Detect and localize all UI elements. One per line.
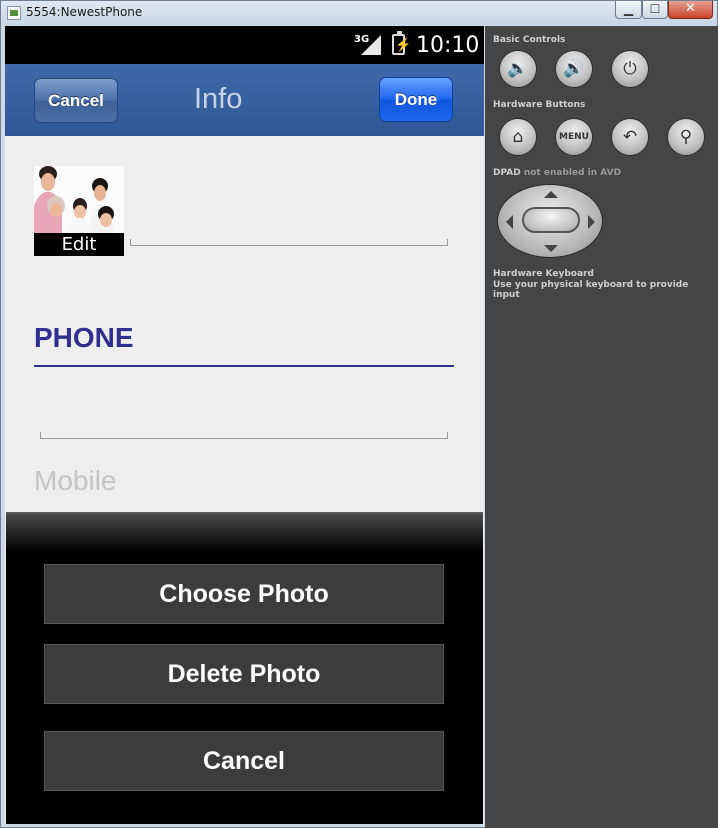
action-sheet-cancel-button[interactable]: Cancel xyxy=(44,731,444,791)
volume-down-button[interactable]: 🔈 xyxy=(499,50,537,88)
section-divider xyxy=(34,365,454,367)
signal-icon xyxy=(361,35,381,55)
volume-up-icon: 🔊 xyxy=(563,59,585,79)
charging-icon: ⚡ xyxy=(395,37,412,52)
cancel-button[interactable]: Cancel xyxy=(34,78,118,123)
app-icon xyxy=(7,6,21,20)
dpad-center-button[interactable] xyxy=(522,207,580,233)
home-icon: ⌂ xyxy=(512,127,524,147)
menu-button[interactable]: MENU xyxy=(555,118,593,156)
page-title: Info xyxy=(194,83,243,115)
dpad-note: not enabled in AVD xyxy=(523,168,622,178)
search-icon: ⚲ xyxy=(679,127,693,147)
battery-icon: ⚡ xyxy=(392,31,411,55)
dpad-left-icon[interactable] xyxy=(506,215,513,229)
volume-up-button[interactable]: 🔊 xyxy=(555,50,593,88)
dpad-right-icon[interactable] xyxy=(588,215,595,229)
hardware-keyboard-note: Use your physical keyboard to provide in… xyxy=(493,280,689,300)
edit-photo-label[interactable]: Edit xyxy=(34,233,124,256)
close-button[interactable]: ✕ xyxy=(668,1,713,19)
phone-screen: 3G ⚡ 10:10 Cancel Info Done Edit PHONE M… xyxy=(5,26,484,824)
window-title: 5554:NewestPhone xyxy=(26,5,143,19)
window-titlebar[interactable]: 5554:NewestPhone ▁ ☐ ✕ xyxy=(1,1,717,25)
hardware-buttons-heading: Hardware Buttons xyxy=(493,100,586,110)
dpad[interactable] xyxy=(497,184,603,258)
dpad-heading: DPAD not enabled in AVD xyxy=(493,168,621,178)
emulator-window: 5554:NewestPhone ▁ ☐ ✕ 3G ⚡ 10:10 Cancel… xyxy=(0,0,718,828)
name-input[interactable] xyxy=(130,239,448,246)
dpad-up-icon[interactable] xyxy=(544,191,558,198)
hardware-keyboard-heading: Hardware Keyboard xyxy=(493,269,594,279)
maximize-button[interactable]: ☐ xyxy=(642,1,668,19)
dpad-down-icon[interactable] xyxy=(544,245,558,252)
basic-controls-heading: Basic Controls xyxy=(493,35,566,45)
back-button[interactable]: ↶ xyxy=(611,118,649,156)
back-icon: ↶ xyxy=(622,127,638,147)
minimize-icon: ▁ xyxy=(623,2,634,16)
choose-photo-button[interactable]: Choose Photo xyxy=(44,564,444,624)
delete-photo-button[interactable]: Delete Photo xyxy=(44,644,444,704)
photo-action-sheet: Choose Photo Delete Photo Cancel xyxy=(6,512,483,824)
menu-label: MENU xyxy=(559,132,589,142)
section-title-phone: PHONE xyxy=(34,322,134,353)
power-button[interactable]: ⏻ xyxy=(611,50,649,88)
emulator-control-panel: Basic Controls 🔈 🔊 ⏻ Hardware Buttons ⌂ … xyxy=(485,26,718,828)
contact-photo[interactable]: Edit xyxy=(34,166,124,256)
minimize-button[interactable]: ▁ xyxy=(615,1,642,19)
phone-number-input[interactable] xyxy=(40,432,448,439)
volume-down-icon: 🔈 xyxy=(507,59,529,79)
dpad-title: DPAD xyxy=(493,168,521,178)
nav-header: Cancel Info Done xyxy=(5,64,484,136)
status-bar: 3G ⚡ 10:10 xyxy=(5,26,484,64)
mobile-type-label[interactable]: Mobile xyxy=(34,465,116,497)
maximize-icon: ☐ xyxy=(649,2,661,16)
close-icon: ✕ xyxy=(685,1,696,16)
search-button[interactable]: ⚲ xyxy=(667,118,705,156)
action-sheet-header xyxy=(6,514,483,552)
home-button[interactable]: ⌂ xyxy=(499,118,537,156)
power-icon: ⏻ xyxy=(623,59,637,79)
done-button[interactable]: Done xyxy=(379,77,453,122)
status-time: 10:10 xyxy=(416,33,480,58)
